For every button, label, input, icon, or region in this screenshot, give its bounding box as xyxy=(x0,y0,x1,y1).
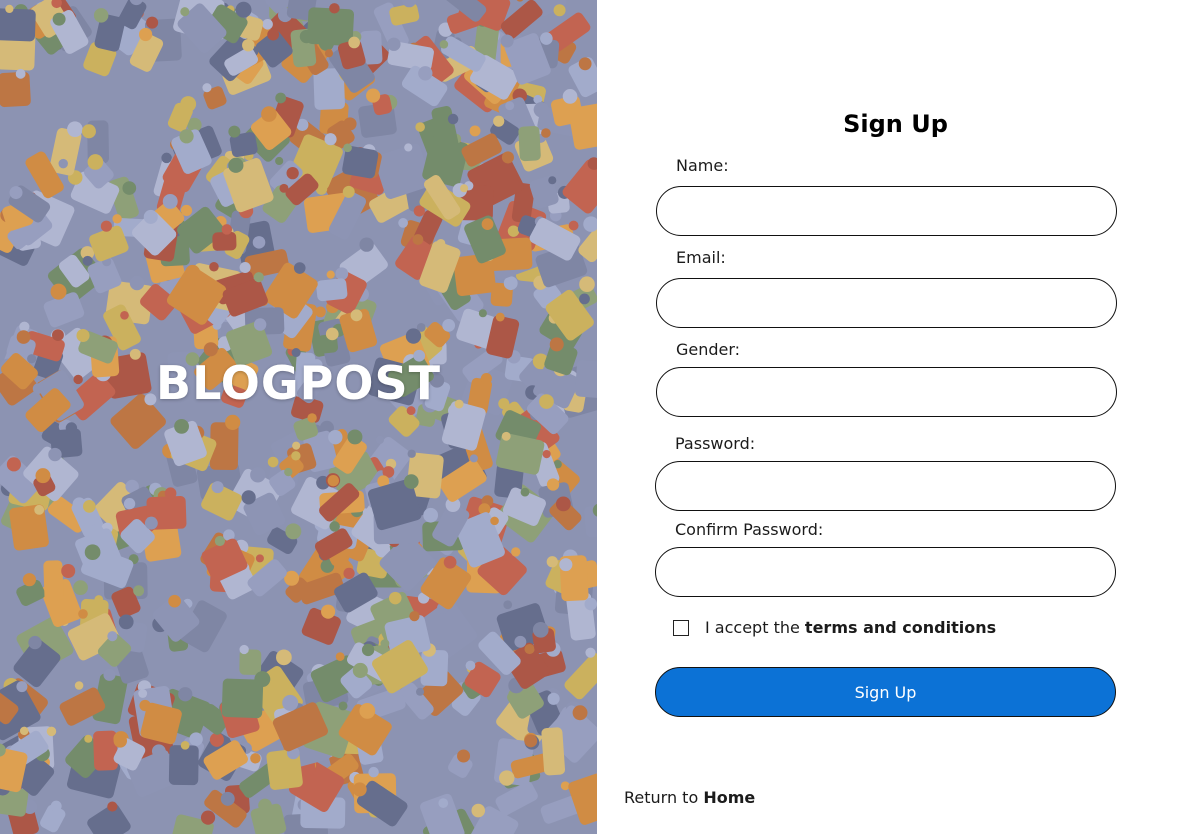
terms-link[interactable]: terms and conditions xyxy=(805,618,996,637)
gender-input[interactable] xyxy=(656,367,1117,417)
gender-label: Gender: xyxy=(676,340,741,359)
password-label: Password: xyxy=(675,434,756,453)
name-label: Name: xyxy=(676,156,729,175)
tint-overlay xyxy=(0,0,597,834)
password-input[interactable] xyxy=(655,461,1116,511)
signup-form: Sign Up Name: Email: Gender: Password: C… xyxy=(597,0,1194,834)
brand-title: BLOGPOST xyxy=(156,356,441,410)
hero-image-panel: BLOGPOST xyxy=(0,0,597,834)
return-prefix: Return to xyxy=(624,788,699,807)
signup-button[interactable]: Sign Up xyxy=(655,667,1116,717)
name-input[interactable] xyxy=(656,186,1117,236)
puzzle-background-image xyxy=(0,0,597,834)
terms-prefix: I accept the xyxy=(705,618,800,637)
terms-text: I accept the terms and conditions xyxy=(705,618,996,637)
terms-row: I accept the terms and conditions xyxy=(673,618,996,637)
email-input[interactable] xyxy=(656,278,1117,328)
confirm-password-input[interactable] xyxy=(655,547,1116,597)
return-row: Return to Home xyxy=(624,788,755,807)
confirm-password-label: Confirm Password: xyxy=(675,520,824,539)
email-label: Email: xyxy=(676,248,726,267)
home-link[interactable]: Home xyxy=(703,788,755,807)
form-title: Sign Up xyxy=(843,110,948,138)
terms-checkbox[interactable] xyxy=(673,619,689,636)
